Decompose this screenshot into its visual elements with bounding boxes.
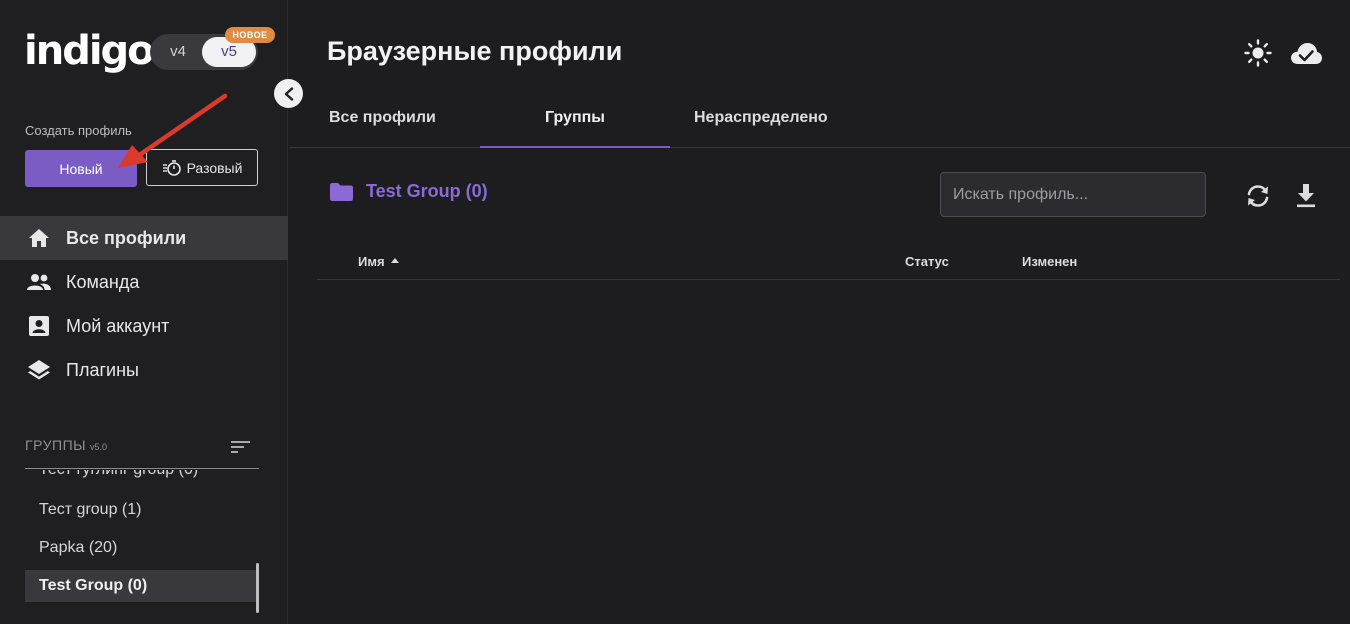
groups-title: ГРУППЫ — [25, 437, 87, 453]
sort-icon[interactable] — [231, 439, 251, 460]
layers-icon — [26, 357, 52, 383]
column-header-name[interactable]: Имя — [358, 254, 399, 269]
main-nav: Все профили Команда Мой аккаунт Плагины — [0, 216, 288, 392]
nav-item-my-account[interactable]: Мой аккаунт — [0, 304, 288, 348]
people-icon — [26, 269, 52, 295]
account-icon — [26, 313, 52, 339]
groups-header: ГРУППЫ v5.0 — [25, 437, 259, 469]
chevron-left-icon — [284, 86, 293, 101]
profiles-table-header: Имя Статус Изменен — [317, 244, 1340, 280]
one-time-profile-button[interactable]: Разовый — [146, 149, 258, 186]
group-header: Test Group (0) — [329, 181, 488, 202]
group-list-item-selected[interactable]: Test Group (0) — [25, 570, 257, 602]
version-v4-option[interactable]: v4 — [154, 37, 202, 67]
group-title: Test Group (0) — [366, 181, 488, 201]
home-icon — [26, 225, 52, 251]
collapse-sidebar-button[interactable] — [274, 79, 303, 108]
nav-item-all-profiles[interactable]: Все профили — [0, 216, 288, 260]
column-header-status[interactable]: Статус — [905, 254, 949, 269]
nav-item-label: Мой аккаунт — [66, 315, 170, 336]
cloud-sync-icon[interactable] — [1289, 40, 1323, 71]
sidebar: indigo v4 v5 НОВОЕ Создать профиль Новый… — [0, 0, 288, 624]
group-list-item[interactable]: Papka (20) — [25, 532, 257, 564]
main-content: Браузерные профили Все профили Группы Не… — [289, 0, 1350, 624]
new-profile-button[interactable]: Новый — [25, 150, 137, 187]
nav-item-plugins[interactable]: Плагины — [0, 348, 288, 392]
nav-item-label: Плагины — [66, 359, 139, 380]
folder-icon — [330, 182, 353, 201]
nav-item-team[interactable]: Команда — [0, 260, 288, 304]
search-profile-input[interactable] — [940, 172, 1206, 217]
timer-icon — [162, 159, 181, 176]
column-header-label: Имя — [358, 254, 385, 269]
column-header-modified[interactable]: Изменен — [1022, 254, 1077, 269]
new-badge: НОВОЕ — [225, 27, 275, 43]
tabs: Все профили Группы Нераспределено — [289, 96, 1350, 148]
nav-item-label: Команда — [66, 271, 140, 292]
tab-unassigned[interactable]: Нераспределено — [694, 96, 842, 148]
page-title: Браузерные профили — [327, 36, 623, 66]
groups-version: v5.0 — [90, 442, 108, 452]
indigo-logo: indigo — [24, 28, 155, 74]
tab-groups[interactable]: Группы — [480, 96, 670, 148]
tab-all-profiles[interactable]: Все профили — [329, 96, 439, 148]
download-icon[interactable] — [1295, 183, 1317, 214]
one-time-profile-label: Разовый — [186, 159, 243, 176]
group-list-item[interactable]: Тест гуглинг group (0) — [25, 470, 257, 486]
group-list-scrollbar[interactable] — [256, 563, 259, 613]
nav-item-label: Все профили — [66, 227, 187, 248]
group-list[interactable]: Тест гуглинг group (0) Тест group (1) Pa… — [25, 470, 259, 608]
theme-sun-icon[interactable] — [1244, 39, 1272, 72]
sort-asc-icon — [390, 258, 399, 264]
refresh-icon[interactable] — [1245, 184, 1271, 213]
create-profile-label: Создать профиль — [25, 123, 132, 138]
group-list-item[interactable]: Тест group (1) — [25, 494, 257, 526]
